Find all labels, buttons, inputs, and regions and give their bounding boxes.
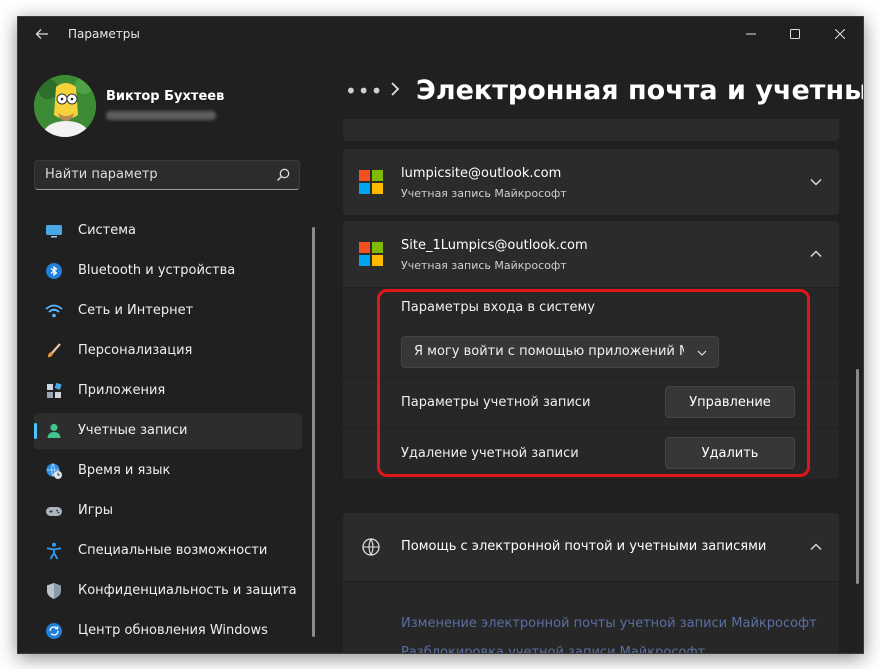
sidebar-item-time-language[interactable]: Время и язык [34,453,302,489]
remove-button[interactable]: Удалить [665,437,795,469]
monitor-icon [46,225,62,238]
user-email-blurred [106,111,216,120]
signin-options-value: Я могу войти с помощью приложений Майкро… [414,344,684,359]
account-email: lumpicsite@outlook.com [401,166,562,181]
sidebar-item-bluetooth[interactable]: Bluetooth и устройства [34,253,302,289]
sidebar-item-personalization[interactable]: Персонализация [34,333,302,369]
search-box[interactable]: Найти параметр [34,160,300,190]
help-link-unlock-account[interactable]: Разблокировка учетной записи Майкрософт [401,645,705,653]
minimize-button[interactable] [728,17,774,51]
remove-account-label: Удаление учетной записи [401,446,579,461]
sidebar-item-label: Конфиденциальность и защита [78,583,297,598]
microsoft-logo-icon [359,170,383,194]
person-icon [47,423,61,438]
account-email: Site_1Lumpics@outlook.com [401,238,588,253]
sidebar-item-label: Учетные записи [78,423,188,438]
user-name: Виктор Бухтеев [106,89,225,104]
sidebar-scrollbar[interactable] [312,227,315,637]
sidebar-item-accounts[interactable]: Учетные записи [34,413,302,449]
search-icon[interactable] [275,167,291,183]
sidebar-nav: Система Bluetooth и устройства Сеть и Ин… [34,213,302,653]
sidebar-item-label: Приложения [78,383,166,398]
sidebar-item-system[interactable]: Система [34,213,302,249]
sidebar-item-label: Игры [78,503,114,518]
account-type: Учетная запись Майкрософт [401,259,567,272]
microsoft-logo-icon [359,242,383,266]
chevron-up-icon[interactable] [809,247,823,261]
settings-window: Параметры Виктор Бухтеев Найти параметр [17,16,864,654]
help-section-title: Помощь с электронной почтой и учетными з… [401,539,767,554]
bluetooth-icon [46,263,62,279]
brush-icon [48,343,61,358]
update-icon [46,623,62,639]
sidebar-item-label: Центр обновления Windows [78,623,268,638]
account-row-lumpicsite[interactable]: lumpicsite@outlook.com Учетная запись Ма… [343,149,839,215]
avatar[interactable] [34,75,96,137]
help-section-header[interactable]: Помощь с электронной почтой и учетными з… [343,513,839,581]
sidebar-item-privacy[interactable]: Конфиденциальность и защита [34,573,302,609]
sidebar-item-label: Bluetooth и устройства [78,263,236,278]
breadcrumb-more-button[interactable]: ••• [345,79,383,103]
sidebar-item-windows-update[interactable]: Центр обновления Windows [34,613,302,649]
chevron-down-icon [697,350,707,356]
signin-options-label: Параметры входа в систему [401,300,595,315]
title-bar: Параметры [18,17,863,51]
remove-account-row: Удаление учетной записи Удалить [343,429,839,479]
signin-options-section: Параметры входа в систему Я могу войти с… [343,288,839,377]
back-button[interactable] [32,24,52,44]
sidebar-item-network[interactable]: Сеть и Интернет [34,293,302,329]
wifi-icon [45,304,63,318]
page-title: Электронная почта и учетные записи [416,75,863,106]
sidebar-item-label: Персонализация [78,343,193,358]
close-button[interactable] [817,17,863,51]
avatar-image [34,75,96,137]
accessibility-icon [46,542,62,560]
main-content: lumpicsite@outlook.com Учетная запись Ма… [343,119,839,653]
minimize-icon [746,33,756,35]
arrow-left-icon [35,29,48,39]
help-link-change-email[interactable]: Изменение электронной почты учетной запи… [401,616,817,631]
close-icon [835,29,845,39]
sidebar-item-accessibility[interactable]: Специальные возможности [34,533,302,569]
maximize-icon [790,29,800,39]
account-params-label: Параметры учетной записи [401,395,591,410]
account-row-site1lumpics[interactable]: Site_1Lumpics@outlook.com Учетная запись… [343,221,839,287]
sidebar-item-label: Система [78,223,137,238]
manage-button[interactable]: Управление [665,386,795,418]
shield-icon [47,583,61,599]
apps-icon [47,382,62,398]
account-params-row: Параметры учетной записи Управление [343,378,839,428]
help-links: Изменение электронной почты учетной запи… [343,582,839,653]
globe-icon [362,538,380,556]
sidebar-item-label: Время и язык [78,463,171,478]
sidebar-item-apps[interactable]: Приложения [34,373,302,409]
sidebar-item-label: Сеть и Интернет [78,303,194,318]
maximize-button[interactable] [772,17,818,51]
app-title: Параметры [68,27,140,41]
chevron-up-icon[interactable] [809,540,823,554]
search-input[interactable]: Найти параметр [45,161,158,189]
chevron-down-icon[interactable] [809,175,823,189]
breadcrumb-chevron-icon [391,82,400,96]
cut-off-card [343,119,839,141]
gamepad-icon [46,507,62,516]
sidebar-item-gaming[interactable]: Игры [34,493,302,529]
account-type: Учетная запись Майкрософт [401,187,567,200]
globe-clock-icon [46,463,62,479]
main-scrollbar[interactable] [856,369,859,584]
sidebar-item-label: Специальные возможности [78,543,268,558]
signin-options-dropdown[interactable]: Я могу войти с помощью приложений Майкро… [401,336,719,368]
